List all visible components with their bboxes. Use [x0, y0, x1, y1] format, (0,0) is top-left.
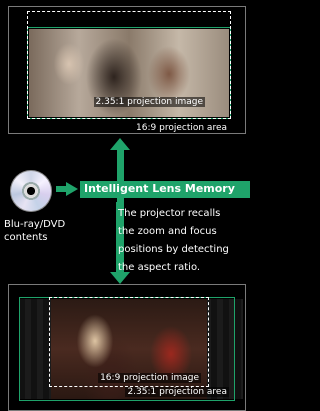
- bottom-image-label: 16:9 projection image: [98, 373, 201, 383]
- bottom-projection-panel: 16:9 projection image 2.35:1 projection …: [8, 284, 246, 411]
- source-label: Blu-ray/DVD contents: [4, 218, 84, 244]
- feature-title: Intelligent Lens Memory: [84, 182, 235, 195]
- source-label-line1: Blu-ray/DVD: [4, 219, 66, 230]
- top-image-label: 2.35:1 projection image: [93, 97, 205, 107]
- top-projection-panel: 2.35:1 projection image 16:9 projection …: [8, 6, 246, 134]
- disc-icon: [10, 170, 52, 212]
- source-label-line2: contents: [4, 232, 48, 243]
- top-area-label: 16:9 projection area: [134, 123, 229, 133]
- feature-desc-line1: The projector recalls: [118, 208, 221, 219]
- arrow-right-icon: [66, 182, 78, 196]
- feature-description: The projector recalls the zoom and focus…: [118, 205, 250, 277]
- feature-desc-line3: positions by detecting: [118, 244, 229, 255]
- feature-desc-line2: the zoom and focus: [118, 226, 217, 237]
- bottom-area-label: 2.35:1 projection area: [125, 387, 229, 397]
- feature-desc-line4: the aspect ratio.: [118, 262, 201, 273]
